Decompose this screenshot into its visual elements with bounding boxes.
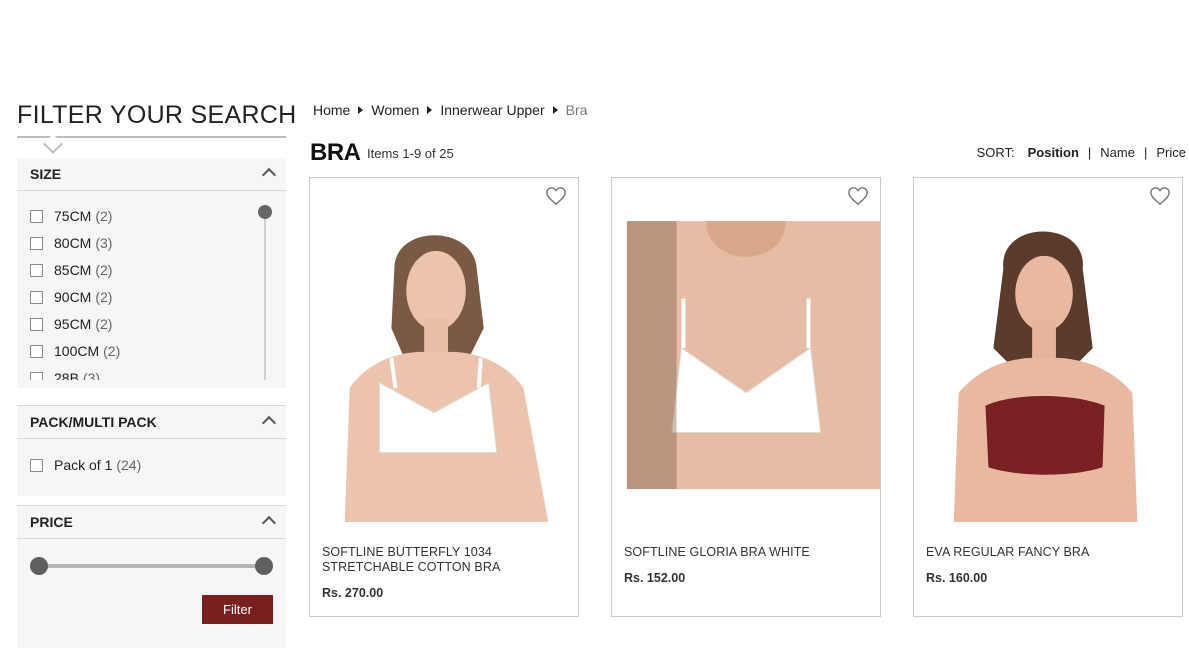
breadcrumb-innerwear-upper[interactable]: Innerwear Upper	[440, 102, 544, 118]
size-option-28b[interactable]: 28B (3)	[30, 370, 100, 380]
size-option-85cm[interactable]: 85CM (2)	[30, 262, 112, 278]
breadcrumb-current: Bra	[565, 102, 588, 118]
pack-option-1[interactable]: Pack of 1 (24)	[30, 457, 141, 473]
price-range-track[interactable]	[39, 564, 264, 568]
size-option-75cm[interactable]: 75CM (2)	[30, 208, 112, 224]
checkbox[interactable]	[30, 263, 43, 277]
page-title: BRA	[310, 139, 361, 166]
price-filter-title: PRICE	[30, 514, 73, 530]
product-image[interactable]	[612, 208, 880, 528]
pack-filter-title: PACK/MULTI PACK	[30, 414, 157, 430]
size-filter-title: SIZE	[30, 166, 62, 182]
product-image[interactable]	[914, 208, 1182, 528]
sort-label: SORT:	[976, 145, 1015, 160]
checkbox[interactable]	[30, 458, 43, 472]
price-max-handle[interactable]	[255, 557, 273, 575]
checkbox[interactable]	[30, 371, 43, 380]
product-image[interactable]	[310, 208, 578, 528]
product-name[interactable]: SOFTLINE BUTTERFLY 1034 STRETCHABLE COTT…	[322, 545, 567, 575]
product-name[interactable]: EVA REGULAR FANCY BRA	[926, 545, 1171, 560]
size-filter-header[interactable]: SIZE	[17, 158, 286, 191]
product-card[interactable]: SOFTLINE GLORIA BRA WHITE Rs. 152.00	[611, 177, 881, 617]
sort-divider: |	[1087, 145, 1092, 160]
checkbox[interactable]	[30, 236, 43, 250]
size-option-90cm[interactable]: 90CM (2)	[30, 289, 112, 305]
chevron-up-icon[interactable]	[261, 167, 277, 183]
items-count: Items 1-9 of 25	[367, 146, 454, 161]
filter-title: FILTER YOUR SEARCH	[17, 101, 297, 129]
heart-icon[interactable]	[545, 186, 567, 206]
size-options-list: 75CM (2) 80CM (3) 85CM (2) 90CM (2) 95CM (2) …	[17, 190, 257, 380]
heart-icon[interactable]	[847, 186, 869, 206]
sort-name[interactable]: Name	[1100, 145, 1135, 160]
price-filter-header[interactable]: PRICE	[17, 506, 286, 539]
filter-button[interactable]: Filter	[202, 595, 273, 624]
pack-filter-panel: PACK/MULTI PACK Pack of 1 (24)	[17, 405, 286, 496]
price-filter-panel: PRICE Filter	[17, 505, 286, 648]
checkbox[interactable]	[30, 344, 43, 358]
size-list-scroll-thumb[interactable]	[258, 205, 272, 219]
heart-icon[interactable]	[1149, 186, 1171, 206]
caret-right-icon	[358, 106, 364, 114]
product-card[interactable]: SOFTLINE BUTTERFLY 1034 STRETCHABLE COTT…	[309, 177, 579, 617]
size-option-95cm[interactable]: 95CM (2)	[30, 316, 112, 332]
caret-right-icon	[552, 106, 558, 114]
product-price: Rs. 160.00	[926, 571, 988, 585]
checkbox[interactable]	[30, 317, 43, 331]
pack-filter-header[interactable]: PACK/MULTI PACK	[17, 406, 286, 439]
checkbox[interactable]	[30, 290, 43, 304]
sort-price[interactable]: Price	[1156, 145, 1186, 160]
sort-divider: |	[1143, 145, 1148, 160]
breadcrumb-women[interactable]: Women	[371, 102, 419, 118]
size-option-80cm[interactable]: 80CM (3)	[30, 235, 112, 251]
chevron-up-icon[interactable]	[261, 415, 277, 431]
chevron-up-icon[interactable]	[261, 515, 277, 531]
price-min-handle[interactable]	[30, 557, 48, 575]
size-list-scrollbar[interactable]	[264, 212, 266, 380]
size-filter-panel: SIZE 75CM (2) 80CM (3) 85CM (2) 90CM (2) 95C…	[17, 158, 286, 388]
product-card[interactable]: EVA REGULAR FANCY BRA Rs. 160.00	[913, 177, 1183, 617]
checkbox[interactable]	[30, 209, 43, 223]
sort-position[interactable]: Position	[1028, 145, 1079, 160]
product-price: Rs. 152.00	[624, 571, 686, 585]
product-name[interactable]: SOFTLINE GLORIA BRA WHITE	[624, 545, 869, 560]
caret-right-icon	[427, 106, 433, 114]
sort-bar: SORT: Position | Name | Price	[977, 145, 1186, 160]
size-option-100cm[interactable]: 100CM (2)	[30, 343, 120, 359]
breadcrumb: Home Women Innerwear Upper Bra	[313, 102, 587, 118]
product-price: Rs. 270.00	[322, 586, 384, 600]
breadcrumb-home[interactable]: Home	[313, 102, 350, 118]
